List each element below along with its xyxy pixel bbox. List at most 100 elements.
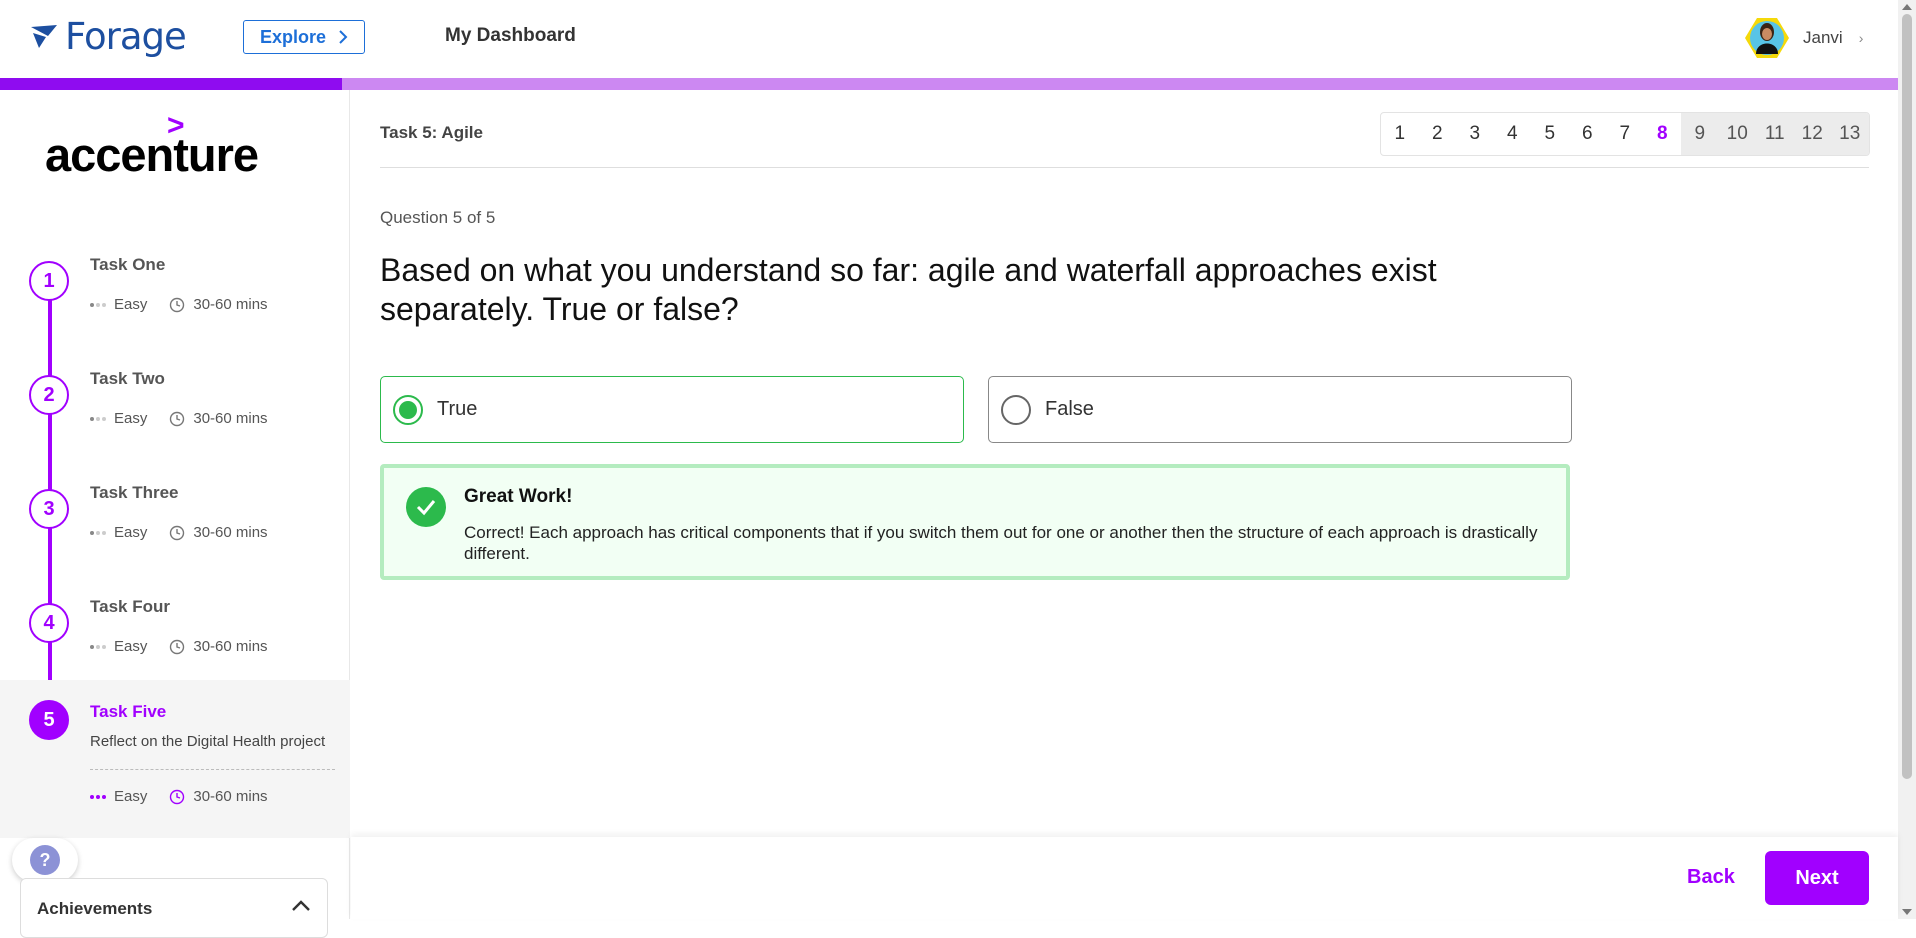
difficulty-dots-icon: [90, 302, 106, 307]
page-10[interactable]: 10: [1718, 113, 1756, 155]
task-number-badge: 1: [29, 261, 69, 301]
task-meta: Easy 30-60 mins: [90, 638, 268, 655]
checkmark-icon: [406, 487, 446, 527]
page-4[interactable]: 4: [1494, 113, 1532, 155]
duration-label: 30-60 mins: [193, 524, 268, 541]
difficulty-dots-icon: [90, 644, 106, 649]
chevron-up-icon[interactable]: [291, 899, 311, 913]
task-description: Reflect on the Digital Health project: [90, 733, 326, 750]
answer-option-true[interactable]: True: [380, 376, 964, 443]
radio-unselected-icon: [1001, 394, 1031, 425]
task-title: Task Five: [90, 702, 167, 721]
forage-logo-icon: [31, 24, 57, 48]
question-mark-icon: ?: [30, 845, 60, 875]
page-8-current[interactable]: 8: [1644, 113, 1682, 155]
task-number-badge: 5: [29, 700, 69, 740]
clock-icon: [170, 525, 185, 540]
scroll-up-arrow-icon[interactable]: [1902, 4, 1912, 10]
sidebar-task-two[interactable]: 2 Task Two Easy 30-60 mins: [0, 359, 350, 459]
help-button[interactable]: ?: [12, 838, 78, 882]
difficulty-label: Easy: [114, 638, 148, 655]
duration-label: 30-60 mins: [193, 296, 268, 313]
difficulty-label: Easy: [114, 524, 148, 541]
forage-logo-text: Forage: [65, 15, 187, 58]
feedback-body: Correct! Each approach has critical comp…: [464, 523, 1538, 563]
feedback-title: Great Work!: [464, 486, 573, 507]
page-9[interactable]: 9: [1681, 113, 1719, 155]
task-number-badge: 3: [29, 489, 69, 529]
task-title: Task Three: [90, 483, 179, 502]
forage-logo[interactable]: Forage: [29, 15, 187, 58]
question-text: Based on what you understand so far: agi…: [380, 252, 1437, 327]
my-dashboard-link[interactable]: My Dashboard: [445, 25, 576, 47]
question-pager: 1 2 3 4 5 6 7 8 9 10 11 12 13: [1380, 112, 1870, 156]
task-separator: [90, 769, 335, 770]
difficulty-label: Easy: [114, 296, 148, 313]
duration-label: 30-60 mins: [193, 788, 268, 805]
difficulty-label: Easy: [114, 788, 148, 805]
explore-button[interactable]: Explore: [243, 20, 365, 54]
next-button[interactable]: Next: [1765, 851, 1869, 905]
chevron-right-icon: [339, 30, 348, 44]
clock-icon: [170, 411, 185, 426]
task-number-badge: 2: [29, 375, 69, 415]
task-meta: Easy 30-60 mins: [90, 296, 268, 313]
difficulty-dots-icon: [90, 794, 106, 799]
sidebar-task-three[interactable]: 3 Task Three Easy 30-60 mins: [0, 473, 350, 573]
company-logo: > accenture: [45, 109, 259, 182]
duration-label: 30-60 mins: [193, 410, 268, 427]
bottom-navigation: Back Next: [351, 837, 1898, 919]
sidebar-task-four[interactable]: 4 Task Four Easy 30-60 mins: [0, 587, 350, 687]
user-avatar: [1745, 18, 1789, 58]
main-content: Task 5: Agile 1 2 3 4 5 6 7 8 9 10 11 12…: [351, 90, 1898, 830]
task-heading: Task 5: Agile: [380, 123, 483, 142]
task-meta: Easy 30-60 mins: [90, 410, 268, 427]
clock-icon: [170, 639, 185, 654]
duration-label: 30-60 mins: [193, 638, 268, 655]
accenture-caret-icon: >: [167, 109, 185, 142]
task-title: Task Two: [90, 369, 165, 388]
option-label: True: [437, 398, 478, 420]
difficulty-dots-icon: [90, 530, 106, 535]
user-name: Janvi: [1803, 28, 1843, 47]
chevron-right-icon: ›: [1858, 30, 1864, 46]
page-12[interactable]: 12: [1793, 113, 1831, 155]
sidebar-task-five[interactable]: 5 Task Five Reflect on the Digital Healt…: [0, 680, 350, 838]
answer-option-false[interactable]: False: [988, 376, 1572, 443]
option-label: False: [1045, 398, 1094, 420]
clock-icon: [170, 297, 185, 312]
sidebar-task-one[interactable]: 1 Task One Easy 30-60 mins: [0, 245, 350, 345]
page-5[interactable]: 5: [1531, 113, 1569, 155]
explore-label: Explore: [259, 26, 327, 47]
task-sidebar: > accenture 1 Task One Easy 30-60 mins 2…: [0, 90, 350, 919]
page-scrollbar[interactable]: [1898, 0, 1916, 919]
difficulty-label: Easy: [114, 410, 148, 427]
task-title: Task One: [90, 255, 166, 274]
scroll-down-arrow-icon[interactable]: [1902, 909, 1912, 915]
answer-feedback: Great Work! Correct! Each approach has c…: [380, 464, 1570, 580]
achievements-panel[interactable]: Achievements: [20, 878, 328, 938]
clock-icon: [170, 789, 185, 804]
page-3[interactable]: 3: [1456, 113, 1494, 155]
scrollbar-thumb[interactable]: [1902, 14, 1912, 779]
page-13[interactable]: 13: [1831, 113, 1869, 155]
page-6[interactable]: 6: [1569, 113, 1607, 155]
course-progress-bar: [0, 78, 1898, 90]
page-2[interactable]: 2: [1419, 113, 1457, 155]
task-meta: Easy 30-60 mins: [90, 524, 268, 541]
user-menu[interactable]: Janvi ›: [1743, 14, 1863, 62]
page-11[interactable]: 11: [1756, 113, 1794, 155]
course-progress-fill: [0, 78, 342, 90]
achievements-label: Achievements: [37, 899, 153, 918]
question-counter: Question 5 of 5: [380, 208, 496, 227]
task-title: Task Four: [90, 597, 170, 616]
page-7[interactable]: 7: [1606, 113, 1644, 155]
header-divider: [380, 167, 1869, 168]
top-header: Forage Explore My Dashboard Janvi ›: [0, 0, 1898, 78]
page-1[interactable]: 1: [1381, 113, 1419, 155]
difficulty-dots-icon: [90, 416, 106, 421]
task-number-badge: 4: [29, 603, 69, 643]
back-button[interactable]: Back: [1687, 866, 1735, 889]
radio-selected-icon: [393, 394, 423, 425]
task-meta: Easy 30-60 mins: [90, 788, 268, 805]
